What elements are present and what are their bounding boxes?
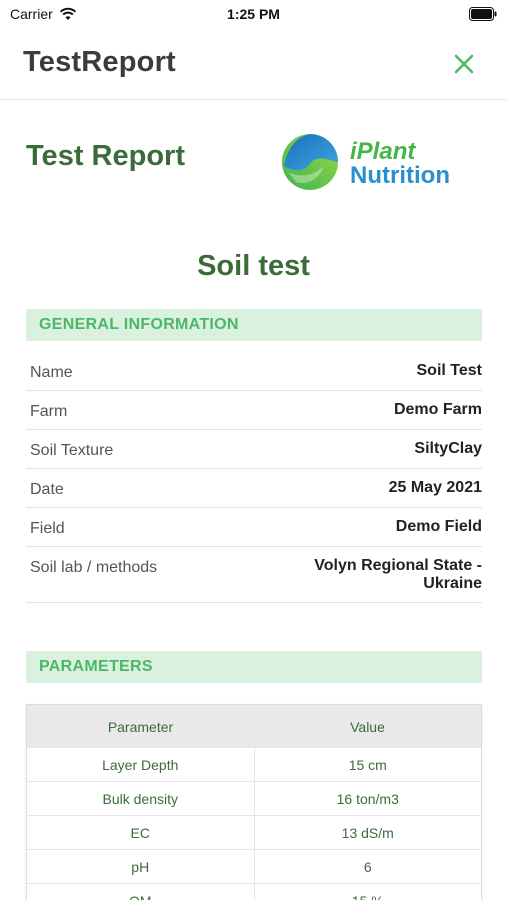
info-label: Name — [30, 364, 73, 381]
info-value: Soil Test — [416, 362, 483, 379]
table-header: Parameter Value — [27, 705, 481, 747]
info-value-line: Ukraine — [423, 575, 482, 592]
status-time: 1:25 PM — [227, 6, 280, 22]
info-label: Farm — [30, 403, 68, 420]
column-header-value: Value — [350, 719, 385, 735]
info-row-name: Name Soil Test — [26, 352, 482, 391]
parameter-cell: OM — [27, 884, 255, 900]
info-value: Volyn Regional State - Ukraine — [314, 547, 482, 593]
nav-title: TestReport — [23, 46, 176, 78]
info-label: Soil Texture — [30, 442, 114, 459]
info-row-soil-texture: Soil Texture SiltyClay — [26, 430, 482, 469]
battery-icon — [469, 7, 497, 21]
parameter-cell: pH — [27, 850, 255, 883]
soil-test-title: Soil test — [197, 250, 310, 282]
info-value: Demo Field — [395, 518, 482, 535]
close-icon[interactable] — [451, 51, 477, 77]
report-heading: Test Report — [26, 140, 185, 172]
value-cell: 6 — [363, 859, 372, 875]
info-row-date: Date 25 May 2021 — [26, 469, 482, 508]
screen: Carrier 1:25 PM TestReport Test Report i… — [0, 0, 507, 900]
value-cell: 16 ton/m3 — [336, 791, 399, 807]
navigation-bar: TestReport — [0, 30, 507, 100]
general-information-label: GENERAL INFORMATION — [39, 316, 239, 333]
column-header-parameter: Parameter — [107, 719, 174, 735]
info-label: Field — [30, 520, 65, 537]
info-value: 25 May 2021 — [388, 479, 482, 496]
value-cell: 15 cm — [348, 757, 387, 773]
logo-mark-icon — [282, 134, 338, 190]
info-row-field: Field Demo Field — [26, 508, 482, 547]
info-row-farm: Farm Demo Farm — [26, 391, 482, 430]
info-value: Demo Farm — [393, 401, 482, 418]
parameter-cell: Bulk density — [27, 782, 255, 815]
info-value: SiltyClay — [414, 440, 482, 457]
logo-text-nutrition: Nutrition — [350, 162, 450, 189]
info-value-line: Volyn Regional State - — [314, 557, 482, 574]
table-row: Layer Depth 15 cm — [27, 747, 481, 781]
general-information-header: GENERAL INFORMATION — [26, 309, 482, 341]
parameters-header: PARAMETERS — [26, 651, 482, 683]
table-row: Bulk density 16 ton/m3 — [27, 781, 481, 815]
parameter-cell: Layer Depth — [27, 748, 255, 781]
info-label: Soil lab / methods — [30, 559, 158, 576]
iplant-logo: iPlant Nutrition — [280, 132, 480, 194]
table-row: EC 13 dS/m — [27, 815, 481, 849]
parameters-label: PARAMETERS — [39, 658, 153, 675]
status-bar: Carrier 1:25 PM — [0, 0, 507, 30]
value-cell: 13 dS/m — [341, 825, 394, 841]
info-row-soil-lab: Soil lab / methods Volyn Regional State … — [26, 547, 482, 603]
parameter-cell: EC — [27, 816, 255, 849]
general-information-list: Name Soil Test Farm Demo Farm Soil Textu… — [26, 352, 482, 603]
table-row: OM 15 % — [27, 883, 481, 900]
table-row: pH 6 — [27, 849, 481, 883]
info-label: Date — [30, 481, 64, 498]
parameters-table: Parameter Value Layer Depth 15 cm Bulk d… — [26, 704, 482, 900]
value-cell: 15 % — [255, 884, 482, 900]
